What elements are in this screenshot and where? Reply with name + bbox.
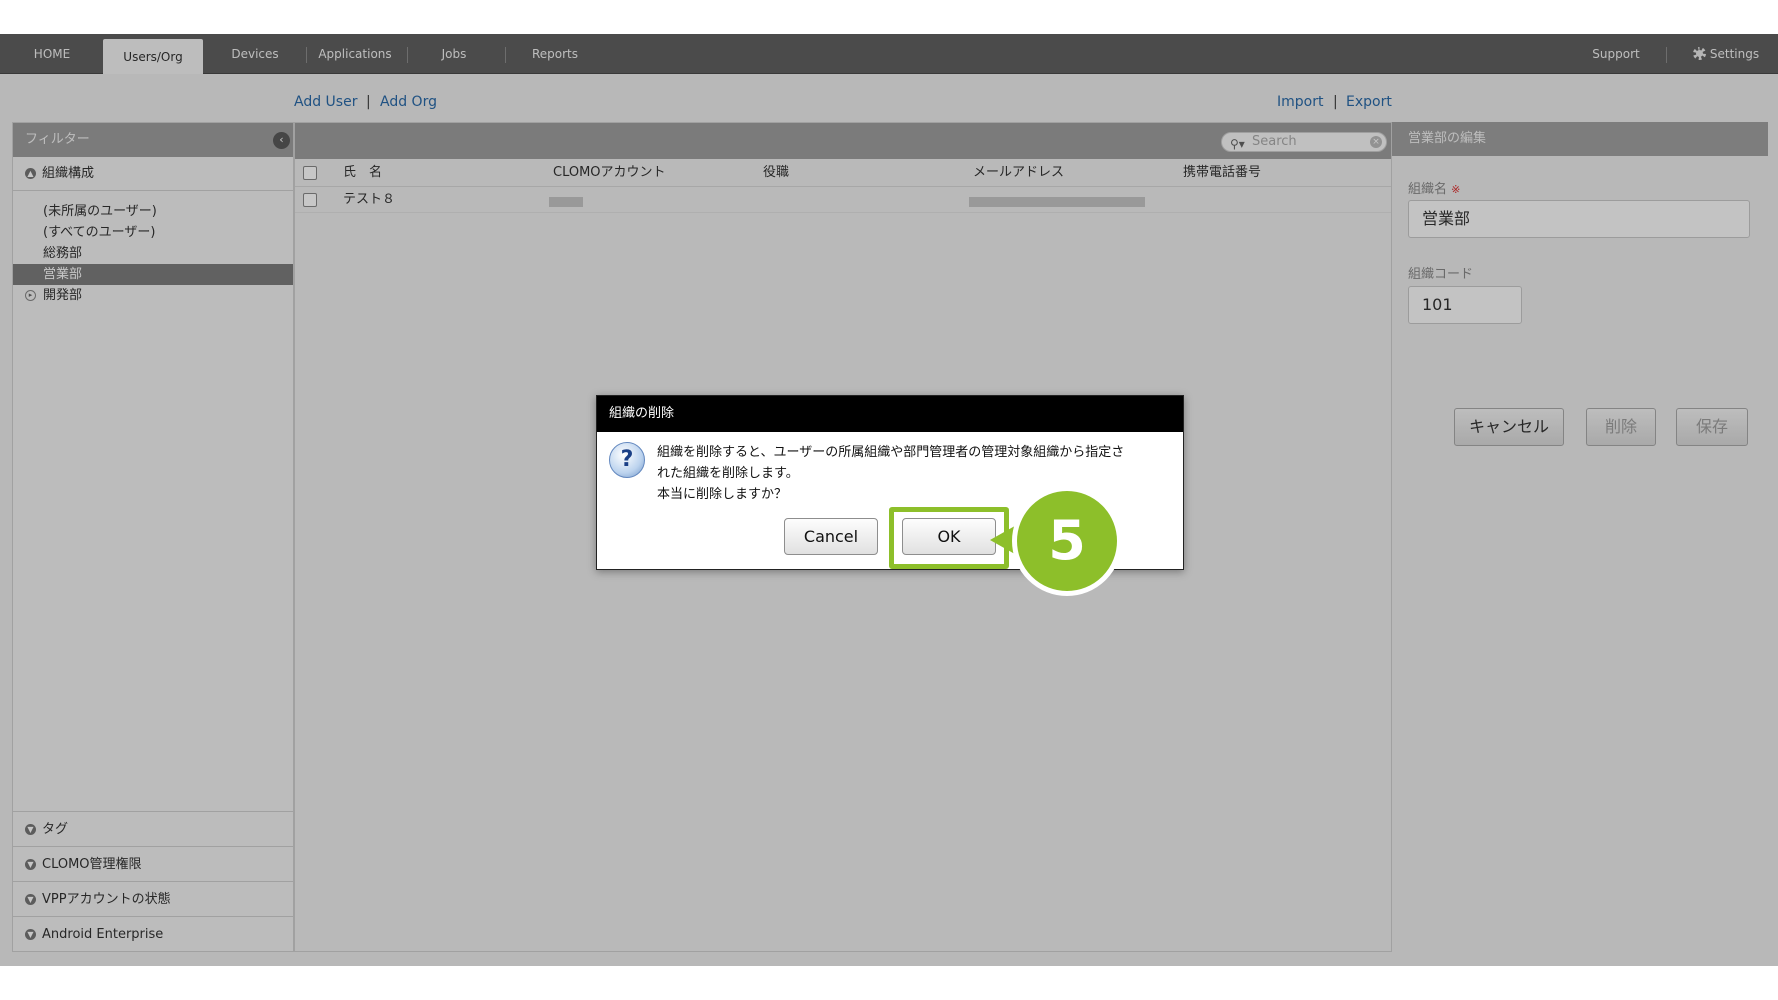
question-icon: ? — [609, 442, 645, 478]
dialog-message-line: れた組織を削除します。 — [657, 466, 799, 481]
dialog-message-line: 組織を削除すると、ユーザーの所属組織や部門管理者の管理対象組織から指定さ — [657, 445, 1125, 460]
step-number-badge: 5 — [1012, 486, 1122, 596]
dialog-cancel-button[interactable]: Cancel — [784, 518, 878, 555]
screenshot-stage: HOME Users/Org Devices Applications Jobs… — [0, 0, 1778, 1000]
dialog-title: 組織の削除 — [597, 396, 1183, 432]
